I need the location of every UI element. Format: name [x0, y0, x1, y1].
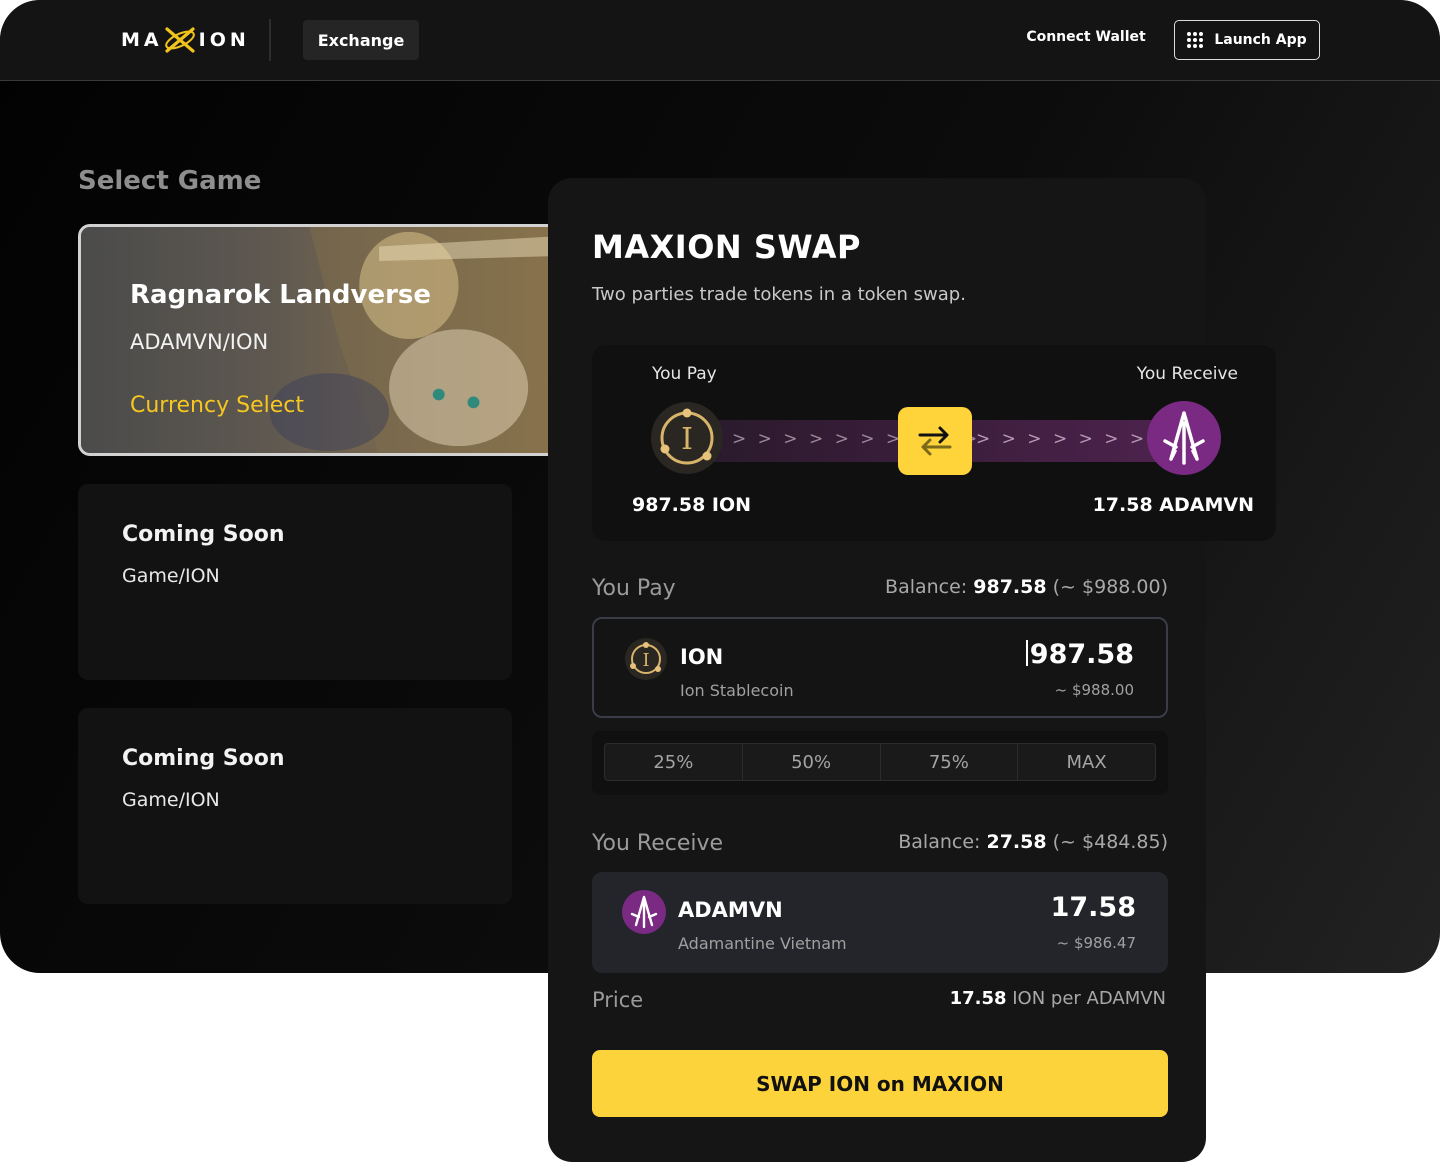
svg-text:I: I	[642, 650, 649, 671]
swap-submit-button[interactable]: SWAP ION on MAXION	[592, 1050, 1168, 1117]
header-divider	[269, 19, 271, 61]
pay-section-label: You Pay	[592, 576, 676, 601]
receive-amount-usd: ~ $986.47	[1056, 934, 1136, 952]
grid-dots-icon	[1187, 32, 1204, 48]
pay-amount-usd: ~ $988.00	[1054, 681, 1134, 699]
game-card-ragnarok[interactable]: Ragnarok Landverse ADAMVN/ION Currency S…	[78, 224, 550, 456]
coming-soon-pair: Game/ION	[122, 565, 220, 587]
coming-soon-card: Coming Soon Game/ION	[78, 708, 512, 904]
balance-value: 27.58	[986, 831, 1047, 853]
swap-direction-button[interactable]	[898, 407, 972, 475]
adamvn-token-icon	[1147, 401, 1221, 475]
receive-output-box: ADAMVN Adamantine Vietnam 17.58 ~ $986.4…	[592, 872, 1168, 973]
coming-soon-card: Coming Soon Game/ION	[78, 484, 512, 680]
exchange-tab[interactable]: Exchange	[303, 20, 419, 60]
balance-usd: (~ $988.00)	[1052, 576, 1168, 598]
logo-text-left: MA	[121, 29, 163, 51]
coming-soon-pair: Game/ION	[122, 789, 220, 811]
receive-balance: Balance: 27.58 (~ $484.85)	[898, 831, 1168, 853]
balance-prefix: Balance:	[898, 831, 981, 853]
text-caret	[1025, 640, 1028, 666]
maxion-logo[interactable]: MA ION	[121, 27, 250, 53]
top-navbar: MA ION Exchange Connect Wallet Launch Ap…	[0, 0, 1440, 81]
flow-receive-amount: 17.58 ADAMVN	[1092, 494, 1254, 516]
flow-pay-amount: 987.58 ION	[632, 494, 752, 516]
percent-25-button[interactable]: 25%	[605, 744, 743, 780]
pay-balance: Balance: 987.58 (~ $988.00)	[885, 576, 1168, 598]
receive-token-name: Adamantine Vietnam	[678, 934, 847, 953]
flow-pay-label: You Pay	[652, 364, 717, 384]
percent-50-button[interactable]: 50%	[743, 744, 881, 780]
receive-section-label: You Receive	[592, 831, 724, 856]
adamvn-token-icon	[622, 890, 666, 934]
logo-x-icon	[164, 27, 195, 53]
logo-text-right: ION	[198, 29, 250, 51]
balance-value: 987.58	[973, 576, 1047, 598]
coming-soon-title: Coming Soon	[122, 746, 285, 771]
balance-usd: (~ $484.85)	[1052, 831, 1168, 853]
swap-flow-card: You Pay You Receive > > > > > > > > > > …	[592, 345, 1276, 541]
percent-75-button[interactable]: 75%	[881, 744, 1019, 780]
price-label: Price	[592, 988, 644, 1012]
swap-description: Two parties trade tokens in a token swap…	[592, 284, 966, 305]
swap-panel: MAXION SWAP Two parties trade tokens in …	[548, 178, 1276, 1162]
pay-amount-value: 987.58	[1029, 639, 1134, 670]
launch-app-label: Launch App	[1214, 32, 1307, 48]
flow-receive-label: You Receive	[1136, 364, 1238, 384]
receive-token-symbol: ADAMVN	[678, 898, 783, 922]
pay-input-box[interactable]: I ION Ion Stablecoin 987.58 ~ $988.00	[592, 617, 1168, 718]
percent-row: 25% 50% 75% MAX	[604, 743, 1156, 781]
pay-token-symbol: ION	[680, 645, 724, 669]
price-value: 17.58 ION per ADAMVN	[950, 988, 1166, 1009]
ion-token-icon: I	[625, 638, 667, 680]
select-game-heading: Select Game	[78, 166, 262, 196]
launch-app-button[interactable]: Launch App	[1174, 20, 1320, 60]
price-number: 17.58	[949, 988, 1007, 1009]
receive-amount: 17.58	[1050, 892, 1136, 923]
game-title: Ragnarok Landverse	[130, 280, 432, 310]
coming-soon-title: Coming Soon	[122, 522, 285, 547]
percent-max-button[interactable]: MAX	[1018, 744, 1155, 780]
ion-token-icon: I	[651, 402, 723, 474]
percent-selector: 25% 50% 75% MAX	[592, 731, 1168, 795]
connect-wallet-link[interactable]: Connect Wallet	[1010, 29, 1162, 45]
swap-arrows-icon	[918, 426, 952, 456]
pay-token-name: Ion Stablecoin	[680, 681, 794, 700]
svg-text:I: I	[681, 422, 693, 457]
pay-amount-input[interactable]: 987.58	[1025, 639, 1134, 670]
balance-prefix: Balance:	[885, 576, 968, 598]
currency-select-link[interactable]: Currency Select	[130, 393, 304, 418]
price-unit: ION per ADAMVN	[1012, 988, 1166, 1009]
swap-title: MAXION SWAP	[592, 228, 861, 266]
game-pair: ADAMVN/ION	[130, 330, 269, 354]
